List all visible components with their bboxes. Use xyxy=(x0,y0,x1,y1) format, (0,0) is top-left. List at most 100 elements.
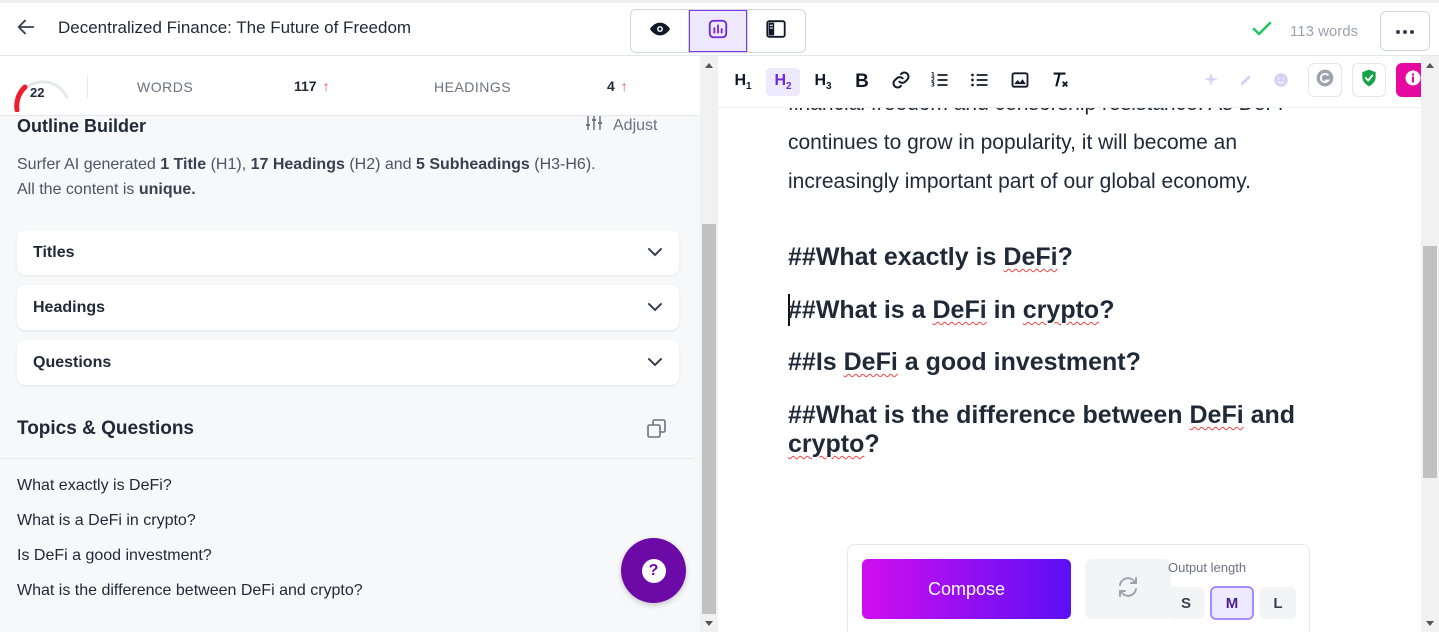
arrow-left-icon xyxy=(15,16,37,43)
preview-view-button[interactable] xyxy=(631,10,690,52)
desc-text: Surfer AI generated xyxy=(17,156,161,173)
svg-text:3: 3 xyxy=(931,82,935,88)
questions-accordion[interactable]: Questions xyxy=(17,340,679,385)
view-mode-toggle xyxy=(630,9,806,53)
scrollbar-thumb[interactable] xyxy=(1423,246,1437,478)
ai-sparkle-button[interactable] xyxy=(1194,68,1228,96)
scrollbar-thumb[interactable] xyxy=(702,224,716,614)
length-large-button[interactable]: L xyxy=(1260,587,1296,619)
editor-heading: ##What exactly is DeFi? xyxy=(788,243,1348,272)
ordered-list-icon: 123 xyxy=(930,70,950,95)
heading-text: in xyxy=(986,296,1023,324)
length-small-button[interactable]: S xyxy=(1168,587,1204,619)
bold-icon: B xyxy=(855,71,869,92)
words-label: WORDS xyxy=(137,79,194,95)
link-icon xyxy=(891,70,911,95)
image-icon xyxy=(1010,70,1030,95)
editor-toolbar: H1 H2 H3 B 123 xyxy=(718,56,1439,108)
titles-accordion[interactable]: Titles xyxy=(17,230,679,275)
sparkle-icon xyxy=(1202,71,1220,94)
scroll-down-arrow-icon[interactable] xyxy=(1426,621,1434,626)
scroll-up-arrow-icon[interactable] xyxy=(705,63,713,68)
topic-item[interactable]: Is DeFi a good investment? xyxy=(17,547,212,565)
clear-format-icon xyxy=(1049,69,1071,96)
bullet-list-button[interactable] xyxy=(963,68,997,96)
spelling-flag[interactable]: DeFi xyxy=(1190,401,1244,429)
editor-view-button[interactable] xyxy=(689,10,748,52)
outline-description: Surfer AI generated 1 Title (H1), 17 Hea… xyxy=(17,152,677,202)
title-count: 1 Title xyxy=(160,156,207,173)
audit-chart-icon xyxy=(707,18,729,45)
spelling-flag[interactable]: DeFi xyxy=(844,348,898,376)
copy-icon xyxy=(646,419,668,444)
word-count: 113 words xyxy=(1290,22,1359,40)
divider xyxy=(87,76,88,98)
adjust-label: Adjust xyxy=(613,116,658,134)
heading1-button[interactable]: H1 xyxy=(726,68,760,96)
compose-button[interactable]: Compose xyxy=(862,559,1071,619)
headings-count: 17 Headings xyxy=(250,156,345,173)
sidebar-layout-icon xyxy=(765,18,787,45)
ai-emoji-button[interactable] xyxy=(1264,68,1298,96)
refresh-icon xyxy=(1116,575,1140,604)
grammarly-button[interactable] xyxy=(1308,63,1342,97)
heading3-button[interactable]: H3 xyxy=(806,68,840,96)
ordered-list-button[interactable]: 123 xyxy=(923,68,957,96)
spelling-flag[interactable]: crypto xyxy=(788,430,864,458)
help-button[interactable]: ? xyxy=(621,538,686,603)
adjust-button[interactable]: Adjust xyxy=(585,115,657,136)
content-score-value: 22 xyxy=(30,85,45,100)
back-button[interactable] xyxy=(12,15,40,43)
heading-text: ? xyxy=(1057,243,1073,271)
headings-value: 4 xyxy=(607,78,615,94)
headings-label: HEADINGS xyxy=(434,79,512,95)
stats-bar: 22 WORDS 117 ↑ HEADINGS 4 ↑ xyxy=(0,56,700,116)
eye-icon xyxy=(649,18,671,45)
compose-panel: Compose Output length S M L xyxy=(847,544,1310,632)
topic-item[interactable]: What is a DeFi in crypto? xyxy=(17,512,196,530)
editor-scrollbar[interactable] xyxy=(1421,56,1439,632)
heading-text: ## xyxy=(788,401,816,429)
heading-text: What exactly is xyxy=(815,243,1004,271)
clear-format-button[interactable] xyxy=(1043,68,1077,96)
heading-text: What is the difference between xyxy=(815,401,1190,429)
link-button[interactable] xyxy=(884,68,918,96)
heading2-button[interactable]: H2 xyxy=(766,68,800,96)
heading-text: What is a xyxy=(815,296,933,324)
editor-heading: ##What is a DeFi in crypto? xyxy=(788,296,1348,325)
document-title: Decentralized Finance: The Future of Fre… xyxy=(58,18,412,37)
h3-icon: H3 xyxy=(814,71,832,93)
shield-check-icon xyxy=(1359,68,1379,93)
shield-button[interactable] xyxy=(1352,63,1386,97)
spelling-flag[interactable]: crypto xyxy=(1023,296,1099,324)
paragraph-line: increasingly important part of our globa… xyxy=(788,170,1252,193)
words-value: 117 xyxy=(294,78,317,94)
sidebar-view-button[interactable] xyxy=(748,10,805,52)
ellipsis-icon xyxy=(1395,22,1415,40)
outline-builder-title: Outline Builder xyxy=(17,116,147,136)
desc-text: All the content is xyxy=(17,181,139,198)
regenerate-button[interactable] xyxy=(1085,559,1171,619)
outline-panel: 22 WORDS 117 ↑ HEADINGS 4 ↑ Outline Buil… xyxy=(0,56,700,632)
headings-stat: 4 ↑ xyxy=(607,78,628,94)
bold-button[interactable]: B xyxy=(845,68,879,96)
editor-heading: ##What is the difference between DeFi an… xyxy=(788,401,1348,459)
copy-button[interactable] xyxy=(646,418,668,440)
scroll-up-arrow-icon[interactable] xyxy=(1426,63,1434,68)
length-medium-button[interactable]: M xyxy=(1210,586,1254,620)
scroll-down-arrow-icon[interactable] xyxy=(705,621,713,626)
more-options-button[interactable] xyxy=(1380,11,1430,51)
accordion-label: Headings xyxy=(33,298,106,316)
check-icon xyxy=(1252,20,1272,42)
spelling-flag[interactable]: DeFi xyxy=(933,296,987,324)
image-button[interactable] xyxy=(1003,68,1037,96)
ai-pen-button[interactable] xyxy=(1229,68,1263,96)
left-scrollbar[interactable] xyxy=(700,56,718,632)
spelling-flag[interactable]: DeFi xyxy=(1003,243,1057,271)
subheadings-count: 5 Subheadings xyxy=(416,156,530,173)
h2-icon: H2 xyxy=(774,71,792,93)
topic-item[interactable]: What exactly is DeFi? xyxy=(17,477,172,495)
headings-accordion[interactable]: Headings xyxy=(17,285,679,330)
topic-item[interactable]: What is the difference between DeFi and … xyxy=(17,582,363,600)
heading-text: and xyxy=(1243,401,1296,429)
